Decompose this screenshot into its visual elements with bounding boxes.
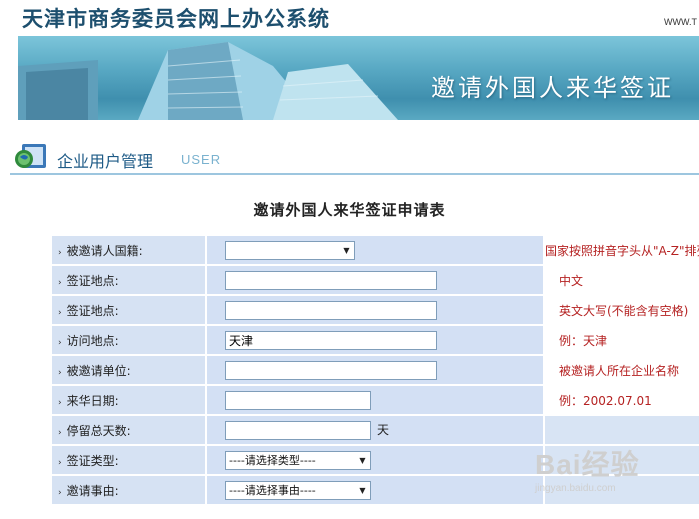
label-arrival-date: 来华日期: [66,393,119,408]
chevron-right-icon: › [58,367,62,378]
form-row-visit-place: › 访问地点: 例：天津 [52,326,699,354]
form-title: 邀请外国人来华签证申请表 [253,201,446,219]
chevron-right-icon: › [58,277,62,288]
form-row-visa-place-en: › 签证地点: 英文大写(不能含有空格) [52,296,699,324]
visa-type-select[interactable]: ----请选择类型---- ▼ [225,450,371,470]
watermark-brand: Bai经验 [535,449,640,480]
visa-place-en-input[interactable] [225,300,437,320]
hint-visa-place-en: 英文大写(不能含有空格) [545,296,699,324]
label-visa-type: 签证类型: [66,453,119,468]
section-divider [10,173,699,175]
label-invite-reason: 邀请事由: [66,483,119,498]
visa-place-cn-input[interactable] [225,270,437,290]
hint-stay-days [545,416,699,444]
hint-arrival-date: 例：2002.07.01 [545,386,699,414]
watermark-url: jingyan.baidu.com [535,483,616,494]
chevron-down-icon: ▼ [343,245,350,255]
label-nationality: 被邀请人国籍: [66,243,143,258]
hint-visa-place-cn: 中文 [545,266,699,294]
visit-place-input[interactable] [225,330,437,350]
label-inviting-org: 被邀请单位: [66,363,131,378]
chevron-down-icon: ▼ [359,455,366,465]
banner-title: 邀请外国人来华签证 [431,74,674,102]
section-title: 企业用户管理 [57,152,154,171]
form-row-nationality: › 被邀请人国籍: ▼ 国家按照拼音字头从"A-Z"排列 [52,236,699,264]
hint-visit-place: 例：天津 [545,326,699,354]
form-row-stay-days: › 停留总天数: 天 [52,416,699,444]
chevron-right-icon: › [58,427,62,438]
chevron-right-icon: › [58,247,62,258]
label-stay-days: 停留总天数: [66,423,131,438]
nationality-select[interactable]: ▼ [225,240,355,260]
chevron-right-icon: › [58,307,62,318]
watermark: Bai经验 jingyan.baidu.com [535,443,640,494]
invite-reason-select[interactable]: ----请选择事由---- ▼ [225,480,371,500]
section-subtitle: USER [181,152,222,167]
hint-nationality: 国家按照拼音字头从"A-Z"排列 [545,236,699,264]
chevron-right-icon: › [58,397,62,408]
hint-inviting-org: 被邀请人所在企业名称 [545,356,699,384]
section-header: 企业用户管理 USER [10,138,699,175]
chevron-down-icon: ▼ [359,485,366,495]
site-url: WWW.T [664,17,697,27]
site-title: 天津市商务委员会网上办公系统 [22,7,330,31]
inviting-org-input[interactable] [225,360,437,380]
label-visit-place: 访问地点: [66,333,119,348]
form-row-visa-place-cn: › 签证地点: 中文 [52,266,699,294]
chevron-right-icon: › [58,457,62,468]
stay-days-input[interactable] [225,420,371,440]
form-row-inviting-org: › 被邀请单位: 被邀请人所在企业名称 [52,356,699,384]
user-folder-icon [15,144,46,168]
arrival-date-input[interactable] [225,390,371,410]
days-unit: 天 [377,422,390,437]
chevron-right-icon: › [58,337,62,348]
label-visa-place-en: 签证地点: [66,303,119,318]
header-banner: 邀请外国人来华签证 [18,36,699,120]
chevron-right-icon: › [58,487,62,498]
label-visa-place-cn: 签证地点: [66,273,119,288]
form-row-arrival-date: › 来华日期: 例：2002.07.01 [52,386,699,414]
